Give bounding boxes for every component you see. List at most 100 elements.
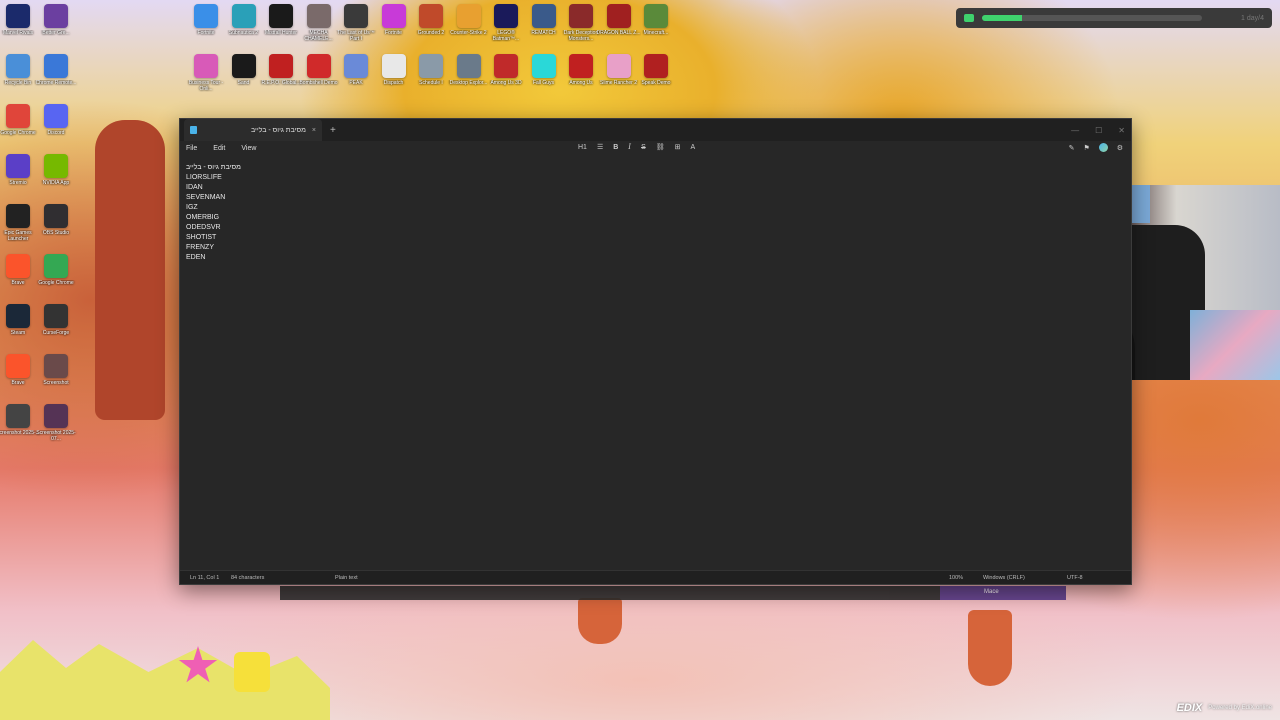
menu-file[interactable]: File: [186, 145, 197, 152]
desktop-shortcut-icon[interactable]: Among Us 3D: [486, 54, 526, 92]
heading-button[interactable]: H1: [578, 144, 587, 151]
desktop-shortcut-icon[interactable]: LEGO® Batman™...: [486, 4, 526, 42]
new-tab-button[interactable]: +: [330, 125, 336, 136]
notepad-icon: [190, 126, 197, 134]
desktop-shortcut-icon[interactable]: Bombshell Demo: [299, 54, 339, 92]
desktop-shortcut-icon[interactable]: Epic Games Launcher: [0, 204, 38, 242]
desktop-shortcut-icon[interactable]: Screenshot 2025-...: [0, 404, 40, 442]
app-icon: [6, 404, 30, 428]
notification-icon[interactable]: ⚑: [1083, 144, 1089, 152]
app-icon: [44, 154, 68, 178]
desktop-shortcut-icon[interactable]: Business Tour - Onli...: [186, 54, 226, 92]
zoom-level[interactable]: 100%: [949, 575, 963, 581]
wallpaper-sponge: [234, 652, 270, 692]
app-icon: [456, 54, 481, 78]
desktop-shortcut-icon[interactable]: R.E.P.O. Global...: [261, 54, 301, 92]
notepad-tab[interactable]: מסיבת גיוס - בלייב ×: [184, 119, 322, 141]
wallpaper-stump: [578, 598, 622, 644]
desktop-shortcut-icon[interactable]: The Last of Us™ Part I: [336, 4, 376, 42]
desktop-shortcut-icon[interactable]: Fortnite: [374, 4, 414, 42]
bold-button[interactable]: B: [613, 144, 618, 151]
desktop-shortcut-icon[interactable]: Screenshot 2025-07...: [36, 404, 76, 442]
app-icon: [44, 54, 68, 78]
app-icon: [44, 204, 68, 228]
editor-line: SHOTIST: [186, 234, 217, 241]
close-tab-icon[interactable]: ×: [312, 127, 316, 134]
desktop-shortcut-icon[interactable]: OBS Studio: [36, 204, 76, 242]
app-icon: [419, 54, 443, 78]
text-editor[interactable]: מסיבת גיוס - בלייב LIORSLIFE IDAN SEVENMAN I…: [186, 163, 886, 263]
shortcut-label: NVIDIA App: [42, 180, 70, 186]
editor-line: מסיבת גיוס - בלייב: [186, 164, 241, 171]
shortcut-label: CurseForge: [42, 330, 70, 336]
settings-gear-icon[interactable]: ⚙: [1117, 144, 1123, 152]
desktop-shortcut-icon[interactable]: Speak Demo: [636, 54, 676, 92]
rewrite-icon[interactable]: ✎: [1069, 144, 1075, 152]
app-icon: [606, 4, 631, 28]
app-icon: [231, 54, 256, 78]
desktop-shortcut-icon[interactable]: Dispatch: [374, 54, 414, 92]
encoding[interactable]: UTF-8: [1067, 575, 1083, 581]
desktop-shortcut-icon[interactable]: Among Us: [561, 54, 601, 92]
desktop-shortcut-icon[interactable]: Fall Guys: [524, 54, 564, 92]
clear-format-button[interactable]: A: [691, 144, 696, 151]
webcam-bedding: [1190, 310, 1280, 380]
desktop-shortcut-icon[interactable]: Discord: [36, 104, 76, 142]
list-button[interactable]: ☰: [597, 143, 603, 151]
menu-view[interactable]: View: [241, 145, 256, 152]
app-icon: [194, 4, 218, 28]
maximize-icon[interactable]: ☐: [1095, 126, 1102, 135]
wallpaper-tree-trunk: [95, 120, 165, 420]
stream-goal-bar: 1 day/4: [956, 8, 1272, 28]
desktop-shortcut-icon[interactable]: Brave: [0, 354, 38, 392]
app-icon: [6, 304, 30, 328]
line-ending[interactable]: Windows (CRLF): [983, 575, 1025, 581]
copilot-icon[interactable]: [1098, 143, 1108, 152]
desktop-shortcut-icon[interactable]: Google Chrome: [0, 104, 38, 142]
desktop-shortcut-icon[interactable]: Grounded 2: [411, 4, 451, 42]
table-button[interactable]: ⊞: [675, 143, 681, 151]
editor-line: SEVENMAN: [186, 194, 226, 201]
strikethrough-button[interactable]: S: [641, 144, 646, 151]
desktop-shortcut-icon[interactable]: DRAGON BALL Z...: [597, 4, 641, 42]
text-format[interactable]: Plain text: [335, 575, 358, 581]
shortcut-label: Screenshot 2025-07...: [36, 430, 76, 442]
desktop-shortcut-icon[interactable]: Better Gre...: [36, 4, 76, 42]
shortcut-label: Minecraft...: [643, 30, 669, 36]
desktop-shortcut-icon[interactable]: Stremio: [0, 154, 38, 192]
desktop-shortcut-icon[interactable]: NVIDIA App: [36, 154, 76, 192]
italic-button[interactable]: I: [628, 143, 631, 151]
desktop-shortcut-icon[interactable]: Schedule I: [411, 54, 451, 92]
desktop-shortcut-icon[interactable]: Dark Deception Monsters...: [561, 4, 601, 42]
desktop-shortcut-icon[interactable]: MECHA CHAMELE...: [299, 4, 339, 42]
desktop-shortcut-icon[interactable]: Screenshot: [36, 354, 76, 392]
app-icon: [6, 154, 30, 178]
desktop-shortcut-icon[interactable]: Recycle Bin: [0, 54, 38, 92]
link-button[interactable]: ⛓: [656, 143, 665, 151]
desktop-shortcut-icon[interactable]: Sand: [224, 54, 264, 92]
desktop-shortcut-icon[interactable]: Desktop Explor...: [449, 54, 489, 92]
desktop-shortcut-icon[interactable]: Steam: [0, 304, 38, 342]
desktop-shortcut-icon[interactable]: Slime Rancher 2: [599, 54, 639, 92]
app-icon: [269, 4, 293, 28]
desktop-shortcut-icon[interactable]: Minecraft...: [636, 4, 676, 42]
menu-edit[interactable]: Edit: [213, 145, 225, 152]
desktop-shortcut-icon[interactable]: REMATCH: [524, 4, 564, 42]
desktop-shortcut-icon[interactable]: CurseForge: [36, 304, 76, 342]
desktop-shortcut-icon[interactable]: Google Chrome: [36, 254, 76, 292]
app-icon: [606, 54, 631, 78]
close-window-icon[interactable]: ✕: [1118, 126, 1125, 135]
title-bar: מסיבת גיוס - בלייב × + — ☐ ✕: [180, 119, 1131, 141]
desktop-shortcut-icon[interactable]: Mistfall Hunter: [261, 4, 301, 42]
app-icon: [6, 204, 30, 228]
app-icon: [381, 54, 406, 78]
desktop-shortcut-icon[interactable]: Chrome Remote...: [36, 54, 76, 92]
minimize-icon[interactable]: —: [1071, 126, 1079, 135]
desktop-shortcut-icon[interactable]: Counter-Strike 2: [449, 4, 489, 42]
desktop-shortcut-icon[interactable]: Fortnite: [186, 4, 226, 42]
format-toolbar: H1 ☰ B I S ⛓ ⊞ A: [578, 143, 695, 151]
desktop-shortcut-icon[interactable]: Brave: [0, 254, 38, 292]
desktop-shortcut-icon[interactable]: PEAK: [336, 54, 376, 92]
desktop-shortcut-icon[interactable]: Subnautica 2: [224, 4, 264, 42]
desktop-shortcut-icon[interactable]: Marvel Rivals: [0, 4, 38, 42]
